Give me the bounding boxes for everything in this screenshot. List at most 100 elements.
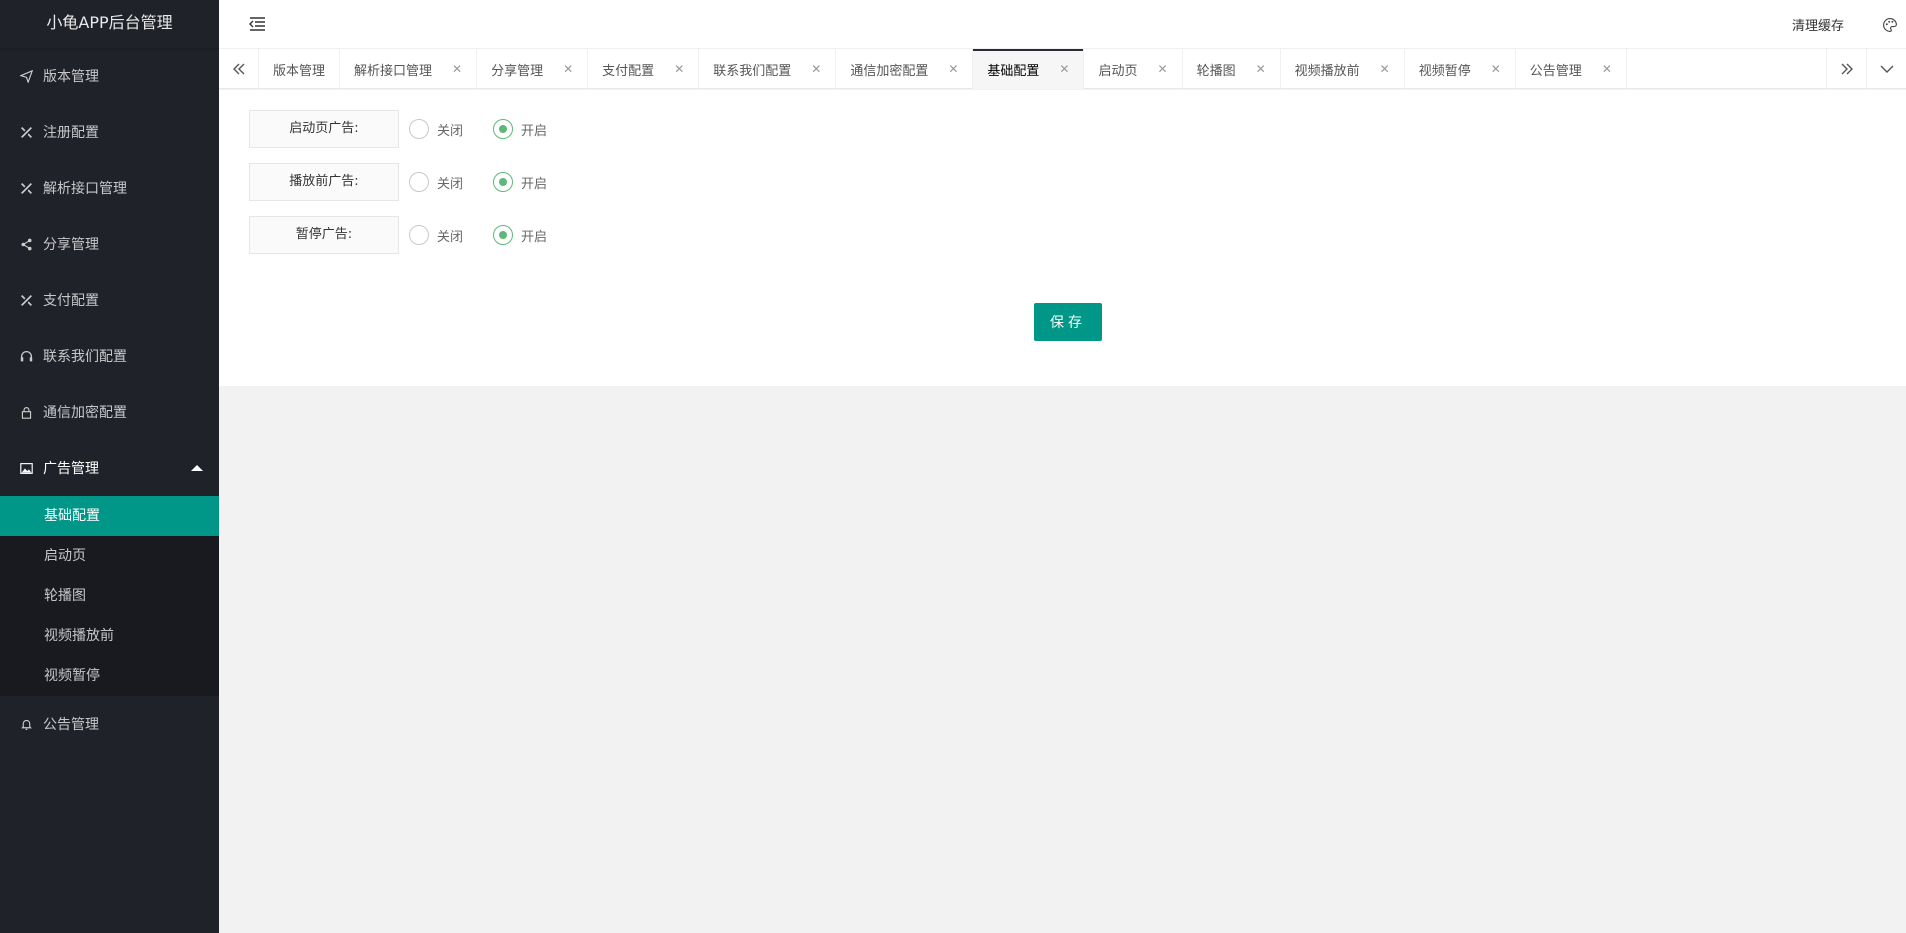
sidebar-subitem-pause[interactable]: 视频暂停 [0, 656, 219, 696]
sidebar-item-label: 通信加密配置 [43, 405, 127, 421]
tab-parse-api[interactable]: 解析接口管理 ✕ [340, 49, 478, 89]
radio-pause-ad-on[interactable]: 开启 [493, 225, 547, 245]
tools-icon [18, 292, 34, 308]
sidebar-item-contact[interactable]: 联系我们配置 [0, 328, 219, 384]
sidebar-item-label: 广告管理 [43, 461, 99, 477]
close-icon[interactable]: ✕ [1491, 62, 1501, 76]
save-button[interactable]: 保存 [1034, 303, 1102, 341]
form-label: 播放前广告: [249, 163, 399, 201]
sidebar-item-register[interactable]: 注册配置 [0, 104, 219, 160]
bell-icon [18, 716, 34, 732]
tab-basic-config[interactable]: 基础配置 ✕ [973, 49, 1085, 89]
radio-circle [409, 119, 429, 139]
app-logo[interactable]: 小龟APP后台管理 [0, 0, 219, 48]
tab-label: 解析接口管理 [354, 63, 433, 79]
tab-label: 公告管理 [1529, 63, 1582, 79]
tab-preroll[interactable]: 视频播放前 ✕ [1281, 49, 1405, 89]
tab-carousel[interactable]: 轮播图 ✕ [1183, 49, 1281, 89]
sidebar-item-ads[interactable]: 广告管理 [0, 440, 219, 496]
headset-icon [18, 348, 34, 364]
sidebar-item-parse-api[interactable]: 解析接口管理 [0, 160, 219, 216]
form-label: 暂停广告: [249, 216, 399, 254]
sidebar-subitem-basic-config[interactable]: 基础配置 [0, 496, 219, 536]
tab-version[interactable]: 版本管理 [259, 49, 341, 89]
sidebar-item-label: 支付配置 [43, 293, 99, 309]
form-row-preroll-ad: 播放前广告: 关闭 开启 [249, 163, 567, 201]
sidebar-item-label: 分享管理 [43, 237, 99, 253]
close-icon[interactable]: ✕ [1059, 62, 1069, 76]
palette-icon[interactable] [1882, 15, 1902, 35]
close-icon[interactable]: ✕ [948, 62, 958, 76]
main-content: 启动页广告: 关闭 开启 播放前广告: 关闭 开启 暂停广告: 关闭 开启 保存 [219, 90, 1906, 386]
sidebar-item-label: 公告管理 [43, 717, 99, 733]
sidebar-item-encryption[interactable]: 通信加密配置 [0, 384, 219, 440]
close-icon[interactable]: ✕ [1256, 62, 1266, 76]
close-icon[interactable]: ✕ [1380, 62, 1390, 76]
tab-share[interactable]: 分享管理 ✕ [477, 49, 589, 89]
radio-splash-ad-off[interactable]: 关闭 [409, 119, 463, 139]
close-icon[interactable]: ✕ [563, 62, 573, 76]
radio-label: 关闭 [437, 229, 464, 245]
tab-label: 轮播图 [1196, 63, 1236, 79]
tabs-bar: 版本管理 解析接口管理 ✕ 分享管理 ✕ 支付配置 ✕ 联系我们配置 ✕ 通信加… [219, 49, 1906, 89]
tab-contact[interactable]: 联系我们配置 ✕ [699, 49, 837, 89]
tabs-list: 版本管理 解析接口管理 ✕ 分享管理 ✕ 支付配置 ✕ 联系我们配置 ✕ 通信加… [259, 49, 1627, 89]
sidebar-subitem-carousel[interactable]: 轮播图 [0, 576, 219, 616]
tabs-scroll-right-icon[interactable] [1826, 49, 1866, 89]
tab-pause[interactable]: 视频暂停 ✕ [1405, 49, 1516, 89]
menu-toggle-icon[interactable] [249, 16, 267, 32]
radio-label: 关闭 [437, 176, 464, 192]
radio-label: 开启 [521, 229, 548, 245]
tab-label: 通信加密配置 [850, 63, 929, 79]
tools-icon [18, 124, 34, 140]
clear-cache-button[interactable]: 清理缓存 [1792, 15, 1844, 34]
radio-preroll-ad-on[interactable]: 开启 [493, 172, 547, 192]
radio-circle-checked [493, 172, 514, 192]
radio-circle-checked [493, 225, 514, 245]
radio-circle [409, 225, 429, 245]
picture-icon [18, 460, 34, 476]
sidebar-item-label: 注册配置 [43, 125, 99, 141]
header-right: 清理缓存 [1792, 0, 1906, 49]
send-icon [18, 68, 34, 84]
radio-circle-checked [493, 119, 514, 139]
ads-submenu: 基础配置 启动页 轮播图 视频播放前 视频暂停 [0, 496, 219, 696]
close-icon[interactable]: ✕ [811, 62, 821, 76]
radio-splash-ad-on[interactable]: 开启 [493, 119, 547, 139]
tab-encryption[interactable]: 通信加密配置 ✕ [836, 49, 974, 89]
close-icon[interactable]: ✕ [1158, 62, 1168, 76]
sidebar-item-share[interactable]: 分享管理 [0, 216, 219, 272]
sidebar-item-payment[interactable]: 支付配置 [0, 272, 219, 328]
tab-label: 联系我们配置 [713, 63, 792, 79]
lock-icon [18, 404, 34, 420]
tabs-menu-chevron-down-icon[interactable] [1866, 49, 1906, 89]
sidebar-item-version[interactable]: 版本管理 [0, 48, 219, 104]
tools-icon [18, 180, 34, 196]
radio-label: 关闭 [437, 123, 464, 139]
radio-preroll-ad-off[interactable]: 关闭 [409, 172, 463, 192]
tabs-scroll-left-icon[interactable] [219, 49, 259, 89]
sidebar-subitem-preroll[interactable]: 视频播放前 [0, 616, 219, 656]
tab-payment[interactable]: 支付配置 ✕ [588, 49, 700, 89]
tab-label: 基础配置 [987, 63, 1040, 79]
caret-up-icon [191, 465, 203, 471]
radio-label: 开启 [521, 176, 548, 192]
close-icon[interactable]: ✕ [452, 62, 462, 76]
tab-label: 分享管理 [491, 63, 544, 79]
share-icon [18, 236, 34, 252]
sidebar-item-notice[interactable]: 公告管理 [0, 696, 219, 752]
radio-pause-ad-off[interactable]: 关闭 [409, 225, 463, 245]
sidebar-item-label: 版本管理 [43, 69, 99, 85]
tab-splash[interactable]: 启动页 ✕ [1084, 49, 1183, 89]
close-icon[interactable]: ✕ [674, 62, 684, 76]
form-row-pause-ad: 暂停广告: 关闭 开启 [249, 216, 567, 254]
close-icon[interactable]: ✕ [1602, 62, 1612, 76]
tab-notice[interactable]: 公告管理 ✕ [1516, 49, 1627, 89]
sidebar-item-label: 解析接口管理 [43, 181, 127, 197]
tab-label: 视频暂停 [1418, 63, 1471, 79]
tab-label: 视频播放前 [1294, 63, 1360, 79]
sidebar-subitem-splash[interactable]: 启动页 [0, 536, 219, 576]
form-row-splash-ad: 启动页广告: 关闭 开启 [249, 110, 567, 148]
radio-label: 开启 [521, 123, 548, 139]
form-label: 启动页广告: [249, 110, 399, 148]
